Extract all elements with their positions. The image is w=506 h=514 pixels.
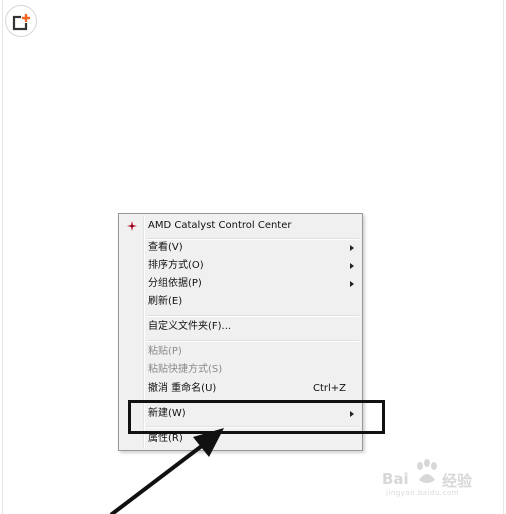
annotation-arrow-icon — [110, 428, 224, 514]
watermark-brand-suffix: 经验 — [442, 472, 473, 490]
watermark-brand: Bai — [382, 470, 409, 488]
baidu-paw-icon — [414, 458, 440, 490]
baidu-jingyan-watermark: Bai 经验 jingyan.baidu.com — [382, 458, 492, 497]
watermark-url: jingyan.baidu.com — [386, 489, 460, 497]
